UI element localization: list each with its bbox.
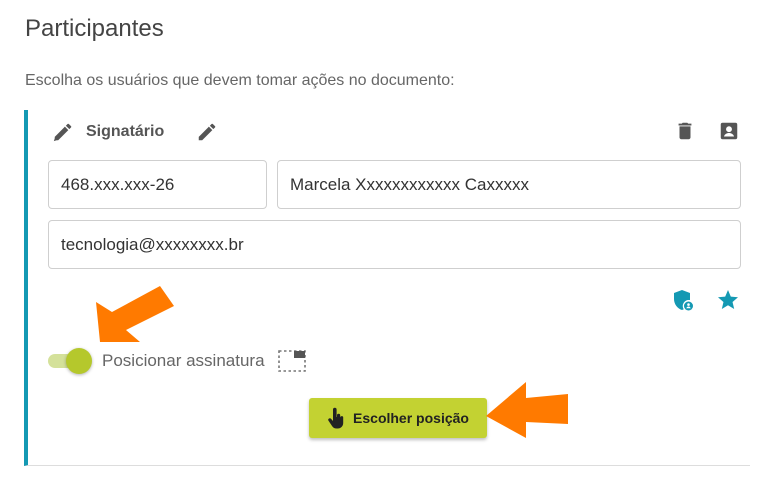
contact-card-icon[interactable]	[718, 120, 740, 142]
choose-position-label: Escolher posição	[353, 410, 469, 426]
participant-role: Signatário	[86, 123, 165, 140]
participants-page: Participantes Escolha os usuários que de…	[0, 0, 772, 480]
participant-actions	[674, 120, 740, 142]
choose-position-button[interactable]: Escolher posição	[309, 398, 487, 438]
annotation-arrow-toggle-icon	[96, 286, 174, 342]
annotation-arrow-button-icon	[486, 382, 568, 438]
email-field[interactable]: tecnologia@xxxxxxxx.br	[48, 220, 741, 269]
participant-header: Signatário	[52, 120, 218, 144]
hand-pointer-icon	[327, 407, 345, 429]
trash-icon[interactable]	[674, 120, 696, 142]
page-title: Participantes	[25, 15, 164, 42]
pen-icon	[52, 121, 74, 143]
participant-options	[670, 288, 738, 311]
cpf-field[interactable]: 468.xxx.xxx-26	[48, 160, 267, 209]
name-field[interactable]: Marcela Xxxxxxxxxxxx Caxxxxx	[277, 160, 741, 209]
page-subtitle: Escolha os usuários que devem tomar açõe…	[25, 72, 455, 89]
position-signature-toggle[interactable]	[48, 348, 92, 374]
edit-role-pencil-icon[interactable]	[196, 121, 218, 143]
toggle-thumb	[66, 348, 92, 374]
position-signature-label: Posicionar assinatura	[102, 351, 265, 370]
shield-user-icon[interactable]	[670, 288, 693, 311]
star-icon[interactable]	[716, 288, 738, 310]
dashed-frame-icon	[277, 348, 307, 374]
